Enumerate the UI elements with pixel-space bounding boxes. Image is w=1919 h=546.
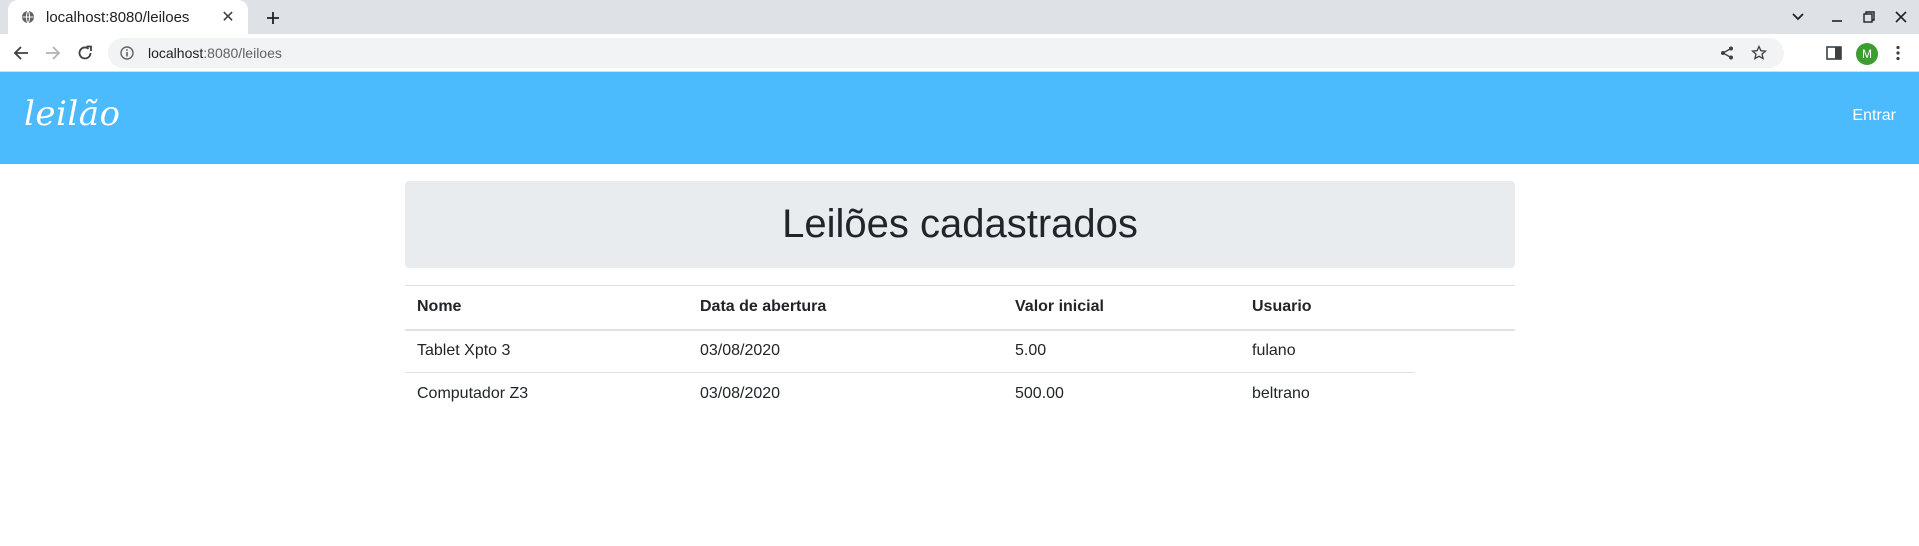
- page-header-panel: Leilões cadastrados: [405, 181, 1515, 268]
- cell-valor: 500.00: [1015, 385, 1064, 403]
- site-info-icon[interactable]: [118, 44, 136, 62]
- bookmark-star-icon[interactable]: [1748, 42, 1770, 64]
- cell-nome: Computador Z3: [417, 385, 529, 403]
- forward-icon[interactable]: [39, 39, 67, 67]
- close-tab-icon[interactable]: ✕: [218, 7, 238, 27]
- auctions-table: Nome Data de abertura Valor inicial Usua…: [405, 285, 1515, 416]
- browser-tab-strip: localhost:8080/leiloes ✕: [0, 0, 1919, 34]
- profile-avatar[interactable]: M: [1856, 43, 1878, 65]
- close-window-icon[interactable]: [1888, 4, 1914, 30]
- cell-empty: [1415, 373, 1515, 416]
- page-title: Leilões cadastrados: [782, 202, 1138, 246]
- column-header-valor: Valor inicial: [1003, 285, 1240, 331]
- back-icon[interactable]: [7, 39, 35, 67]
- cell-valor: 5.00: [1003, 329, 1240, 373]
- tab-search-icon[interactable]: [1785, 4, 1811, 30]
- restore-icon[interactable]: [1856, 4, 1882, 30]
- browser-toolbar: localhost:8080/leiloes M: [0, 34, 1919, 72]
- cell-nome: Tablet Xpto 3: [405, 329, 688, 373]
- globe-icon: [20, 9, 36, 25]
- address-bar[interactable]: localhost:8080/leiloes: [108, 38, 1784, 68]
- cell-data: 03/08/2020: [688, 329, 1003, 373]
- table-row: Computador Z3 03/08/2020 500.00 beltrano: [405, 373, 1515, 416]
- login-link[interactable]: Entrar: [1852, 107, 1896, 125]
- table-header-row: Nome Data de abertura Valor inicial Usua…: [405, 285, 1515, 331]
- site-brand-logo[interactable]: leilão: [24, 94, 120, 134]
- cell-usuario: fulano: [1240, 329, 1415, 373]
- menu-dots-icon[interactable]: [1884, 39, 1912, 67]
- share-icon[interactable]: [1716, 42, 1738, 64]
- url-host: localhost: [148, 45, 204, 61]
- column-header-nome: Nome: [405, 285, 688, 331]
- new-tab-icon[interactable]: [260, 5, 286, 31]
- browser-tab[interactable]: localhost:8080/leiloes ✕: [8, 0, 248, 34]
- url-text: localhost:8080/leiloes: [148, 45, 282, 61]
- reload-icon[interactable]: [71, 39, 99, 67]
- column-header-usuario: Usuario: [1240, 285, 1415, 331]
- url-path: :8080/leiloes: [203, 45, 282, 61]
- side-panel-icon[interactable]: [1820, 39, 1848, 67]
- cell-empty: [1415, 330, 1515, 373]
- table-row: Tablet Xpto 3 03/08/2020 5.00 fulano: [405, 329, 1515, 373]
- cell-data: 03/08/2020: [700, 385, 781, 403]
- column-header-empty: [1415, 285, 1515, 331]
- site-navbar: leilão Entrar: [0, 72, 1919, 164]
- tab-title: localhost:8080/leiloes: [46, 8, 190, 26]
- cell-usuario: beltrano: [1252, 385, 1310, 403]
- column-header-data: Data de abertura: [688, 285, 1003, 331]
- minimize-icon[interactable]: [1824, 4, 1850, 30]
